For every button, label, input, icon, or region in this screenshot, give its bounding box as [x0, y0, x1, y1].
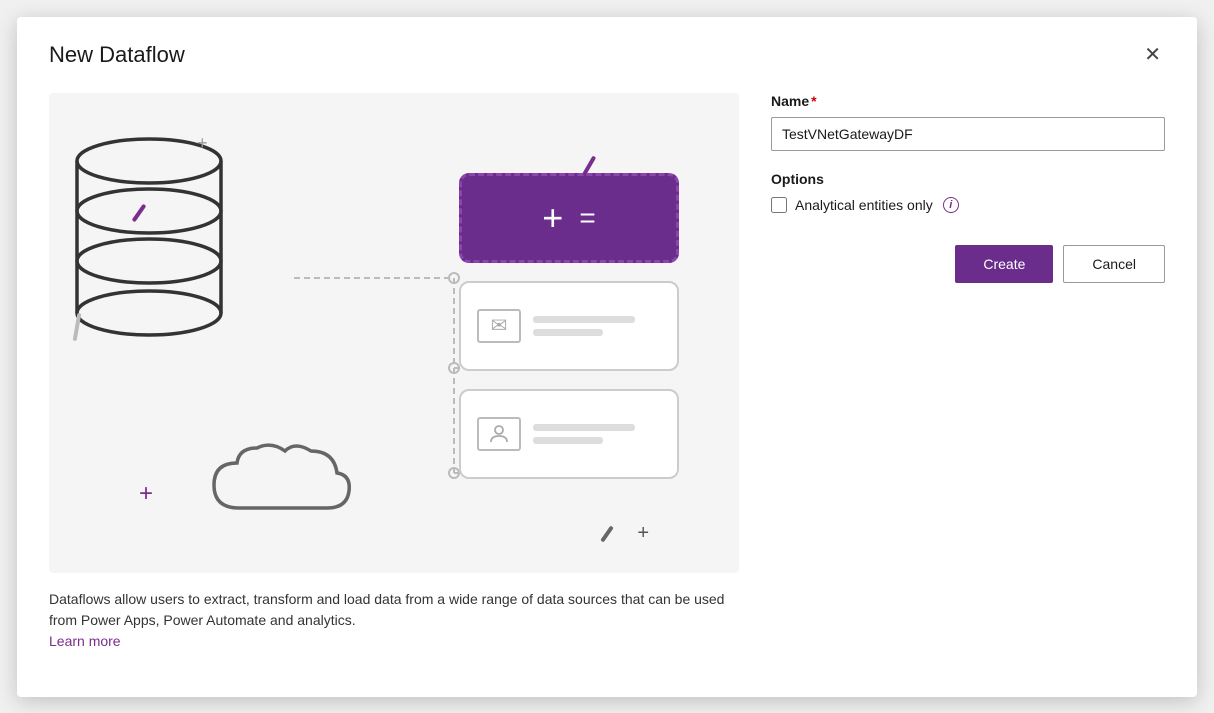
person-line-2 — [533, 437, 603, 444]
name-label: Name* — [771, 93, 1165, 109]
name-field-group: Name* — [771, 93, 1165, 151]
create-button[interactable]: Create — [955, 245, 1053, 283]
deco-cross-bl: + — [139, 480, 153, 508]
email-entity-card: ✉ — [459, 281, 679, 371]
email-icon: ✉ — [477, 309, 521, 343]
cards-area: + = ✉ — [459, 173, 679, 479]
purple-add-card: + = — [459, 173, 679, 263]
analytical-entities-row: Analytical entities only i — [771, 197, 1165, 213]
options-label: Options — [771, 171, 1165, 187]
illustration-box: + + + — [49, 93, 739, 573]
options-group: Options Analytical entities only i — [771, 151, 1165, 213]
cancel-button[interactable]: Cancel — [1063, 245, 1165, 283]
email-line-2 — [533, 329, 603, 336]
email-line-1 — [533, 316, 635, 323]
person-line-1 — [533, 424, 635, 431]
deco-cross-tl: + — [197, 133, 208, 154]
cloud-icon — [199, 433, 359, 523]
person-card-lines — [533, 424, 661, 444]
plus-icon: + — [542, 200, 563, 236]
info-icon[interactable]: i — [943, 197, 959, 213]
analytical-entities-label: Analytical entities only — [795, 197, 933, 213]
learn-more-link[interactable]: Learn more — [49, 633, 121, 649]
person-entity-card — [459, 389, 679, 479]
description-body: Dataflows allow users to extract, transf… — [49, 591, 724, 628]
dialog-header: New Dataflow ✕ — [49, 41, 1165, 69]
dialog-footer: Create Cancel — [771, 245, 1165, 283]
name-label-text: Name — [771, 93, 809, 109]
name-input[interactable] — [771, 117, 1165, 151]
left-panel: + + + — [49, 93, 739, 673]
close-button[interactable]: ✕ — [1140, 41, 1165, 69]
equals-icon: = — [579, 204, 595, 232]
database-icon — [49, 93, 249, 373]
deco-plus-br: + — [637, 522, 649, 545]
deco-dash-br — [600, 525, 614, 542]
required-star: * — [811, 93, 816, 109]
right-panel: Name* Options Analytical entities only i… — [771, 93, 1165, 673]
email-card-lines — [533, 316, 661, 336]
dialog-title: New Dataflow — [49, 42, 185, 68]
person-icon — [477, 417, 521, 451]
dialog-body: + + + — [49, 93, 1165, 673]
description-text: Dataflows allow users to extract, transf… — [49, 589, 729, 652]
new-dataflow-dialog: New Dataflow ✕ + + + — [17, 17, 1197, 697]
analytical-entities-checkbox[interactable] — [771, 197, 787, 213]
